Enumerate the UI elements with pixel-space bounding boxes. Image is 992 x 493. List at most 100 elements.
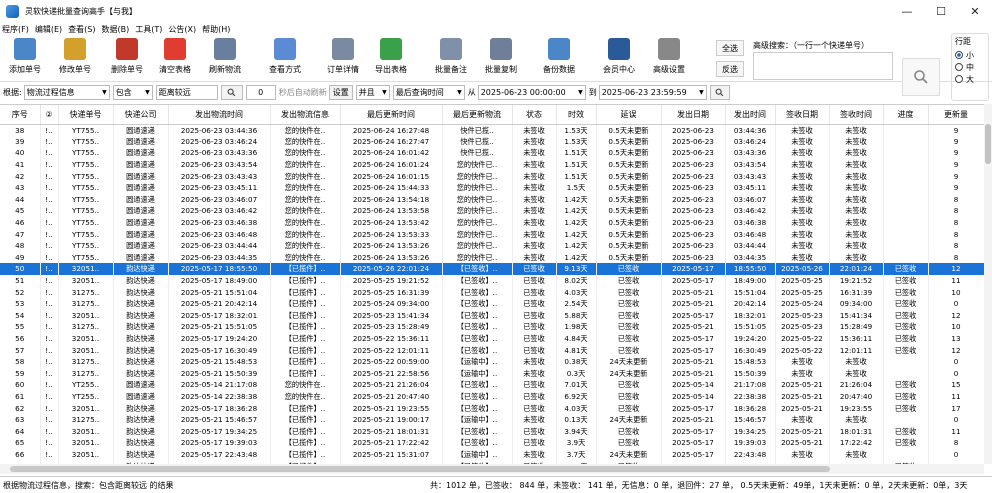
filter-field-select[interactable]: 物流过程信息 ▼ (23, 84, 110, 100)
scrollbar-thumb[interactable] (10, 466, 830, 472)
column-header[interactable]: 发出日期 (661, 105, 726, 125)
table-row[interactable]: 61!.. YT255.. 圆通速递 2025-05-14 22:38:38 您的快件在… (0, 390, 984, 403)
delete-doc-button[interactable]: 删除单号 (104, 38, 150, 78)
batch-note-button[interactable]: 批量备注 (428, 38, 474, 78)
table-cell: 2025-05-24 (775, 297, 830, 310)
table-row[interactable]: 50!.. 32051.. 韵达快递 2025-05-17 18:55:50 【已揽件】… (0, 263, 984, 275)
search-filter-button[interactable] (220, 84, 243, 100)
column-header[interactable]: 更新量 (928, 105, 984, 125)
menu-item[interactable]: 公告(X) (168, 24, 196, 35)
column-header[interactable]: 快递单号 (58, 105, 114, 125)
scrollbar-thumb[interactable] (985, 124, 991, 164)
table-row[interactable]: 59!.. 31275.. 韵达快递 2025-05-21 15:50:39 【已揽件】… (0, 367, 984, 380)
table-row[interactable]: 38!.. YT755.. 圆通速递 2025-06-23 03:44:36 您的快件在… (0, 124, 984, 136)
auto-refresh-seconds-input[interactable]: 0 (245, 84, 276, 100)
invert-selection-button[interactable]: 反选 (716, 61, 744, 77)
column-header[interactable]: 发出时间 (725, 105, 776, 125)
table-row[interactable]: 44!.. YT755.. 圆通速递 2025-06-23 03:46:07 您的快件在… (0, 193, 984, 206)
column-header[interactable]: 发出物流信息 (270, 105, 341, 125)
column-header[interactable]: 签收时间 (829, 105, 884, 125)
menu-item[interactable]: 编辑(E) (35, 24, 62, 35)
maximize-button[interactable]: ☐ (924, 0, 958, 22)
date-to-picker[interactable]: 2025-06-23 23:59:59 ▼ (598, 84, 707, 100)
table-row[interactable]: 62!.. 32051.. 韵达快递 2025-05-17 18:36:28 【已揽件】… (0, 402, 984, 414)
table-cell: 【已签收】.. (442, 402, 513, 414)
edit-doc-button[interactable]: 修改单号 (52, 38, 98, 78)
column-header[interactable]: ② (40, 105, 59, 125)
date-search-button[interactable] (709, 84, 730, 100)
table-row[interactable]: 65!.. 32051.. 韵达快递 2025-05-17 19:39:03 【已揽件】… (0, 437, 984, 449)
conjunction-select[interactable]: 并且 ▼ (355, 84, 390, 100)
time-field-select[interactable]: 最后查询时间 ▼ (392, 84, 465, 100)
column-header[interactable]: 最后更新物流 (442, 105, 513, 125)
filter-keyword-input[interactable]: 距离较远 (155, 84, 218, 100)
table-cell: !.. (40, 181, 59, 194)
table-cell: 59 (0, 367, 41, 380)
vertical-scrollbar[interactable] (984, 104, 992, 464)
table-row[interactable]: 55!.. 31275.. 韵达快递 2025-05-21 15:51:05 【已揽件】… (0, 321, 984, 333)
clear-table-button[interactable]: 清空表格 (152, 38, 198, 78)
table-row[interactable]: 54!.. 32051.. 韵达快递 2025-05-17 18:32:01 【已揽件】… (0, 309, 984, 322)
row-height-radio[interactable]: 小 (955, 49, 985, 61)
export-button[interactable]: 导出表格 (368, 38, 414, 78)
menu-item[interactable]: 程序(F) (2, 24, 29, 35)
table-row[interactable]: 57!.. 32051.. 韵达快递 2025-05-17 16:30:49 【已揽件】… (0, 344, 984, 356)
row-height-radio[interactable]: 大 (955, 73, 985, 85)
advanced-search-input[interactable] (753, 52, 893, 80)
menu-item[interactable]: 查看(S) (68, 24, 95, 35)
table-row[interactable]: 53!.. 31275.. 韵达快递 2025-05-21 20:42:14 【已揽件】… (0, 297, 984, 310)
table-row[interactable]: 40!.. YT755.. 圆通速递 2025-06-23 03:43:36 您的快件在… (0, 147, 984, 159)
table-row[interactable]: 43!.. YT755.. 圆通速递 2025-06-23 03:45:11 您的快件在… (0, 181, 984, 194)
refresh-button[interactable]: 刷新物流 (202, 38, 248, 78)
table-row[interactable]: 41!.. YT755.. 圆通速递 2025-06-23 03:43:54 您的快件在… (0, 158, 984, 171)
table-cell: 未签收 (512, 355, 557, 368)
table-row[interactable]: 47!.. YT755.. 圆通速递 2025-06-23 03:46:48 您的快件在… (0, 228, 984, 240)
batch-copy-button[interactable]: 批量复制 (478, 38, 524, 78)
table-row[interactable]: 58!.. 31275.. 韵达快递 2025-05-21 15:48:53 【已揽件】… (0, 355, 984, 368)
table-cell: 0.5天未更新 (596, 170, 662, 182)
column-header[interactable]: 延误 (596, 105, 662, 125)
table-row[interactable]: 52!.. 31275.. 韵达快递 2025-05-21 15:51:04 【已揽件】… (0, 286, 984, 298)
select-all-button[interactable]: 全选 (716, 40, 744, 56)
order-detail-button[interactable]: 订单详情 (320, 38, 366, 78)
table-row[interactable]: 49!.. YT755.. 圆通速递 2025-06-23 03:44:35 您的快件在… (0, 251, 984, 264)
settings-gear-button[interactable]: 高级设置 (646, 38, 692, 78)
table-cell: 【运输中】.. (442, 355, 513, 368)
column-header[interactable]: 状态 (512, 105, 557, 125)
column-header[interactable]: 签收日期 (775, 105, 830, 125)
row-height-radio[interactable]: 中 (955, 61, 985, 73)
column-header[interactable]: 进度 (883, 105, 929, 125)
column-header[interactable]: 序号 (0, 105, 41, 125)
table-row[interactable]: 46!.. YT755.. 圆通速递 2025-06-23 03:46:38 您的快件在… (0, 216, 984, 229)
column-header[interactable]: 发出物流时间 (168, 105, 271, 125)
auto-refresh-settings-button[interactable]: 设置 (328, 84, 353, 100)
table-cell: 03:44:35 (725, 251, 776, 264)
table-row[interactable]: 42!.. YT755.. 圆通速递 2025-06-23 03:43:43 您的快件在… (0, 170, 984, 182)
table-cell: 18:55:50 (725, 263, 776, 275)
table-row[interactable]: 66!.. 32051.. 韵达快递 2025-05-17 22:43:48 【已揽件】… (0, 448, 984, 461)
table-row[interactable]: 51!.. 32051.. 韵达快递 2025-05-17 18:49:00 【已揽件】… (0, 274, 984, 287)
table-row[interactable]: 64!.. 32051.. 韵达快递 2025-05-17 19:34:25 【已揽件】… (0, 425, 984, 438)
column-header[interactable]: 最后更新时间 (340, 105, 443, 125)
table-row[interactable]: 56!.. 32051.. 韵达快递 2025-05-17 19:24:20 【已揽件】… (0, 332, 984, 345)
column-header[interactable]: 快递公司 (113, 105, 169, 125)
view-mode-button[interactable]: 查看方式 (262, 38, 308, 78)
close-button[interactable]: ✕ (958, 0, 992, 22)
table-row[interactable]: 45!.. YT755.. 圆通速递 2025-06-23 03:46:42 您的快件在… (0, 205, 984, 217)
filter-mode-select[interactable]: 包含 ▼ (112, 84, 153, 100)
table-row[interactable]: 63!.. 31275.. 韵达快递 2025-05-21 15:46:57 【已揽件】… (0, 413, 984, 426)
menu-item[interactable]: 帮助(H) (202, 24, 230, 35)
add-doc-button[interactable]: 添加单号 (2, 38, 48, 78)
backup-button[interactable]: 备份数据 (536, 38, 582, 78)
date-from-picker[interactable]: 2025-06-23 00:00:00 ▼ (477, 84, 586, 100)
horizontal-scrollbar[interactable] (0, 464, 984, 474)
table-cell: 7.01天 (556, 379, 597, 391)
table-row[interactable]: 39!.. YT755.. 圆通速递 2025-06-23 03:46:24 您的快件在… (0, 135, 984, 148)
table-row[interactable]: 48!.. YT755.. 圆通速递 2025-06-23 03:44:44 您的快件在… (0, 239, 984, 252)
menu-item[interactable]: 数据(B) (101, 24, 129, 35)
column-header[interactable]: 时效 (556, 105, 597, 125)
minimize-button[interactable]: — (890, 0, 924, 22)
table-row[interactable]: 60!.. YT255.. 圆通速递 2025-05-14 21:17:08 您的快件在… (0, 379, 984, 391)
menu-item[interactable]: 工具(T) (135, 24, 162, 35)
member-button[interactable]: 会员中心 (596, 38, 642, 78)
